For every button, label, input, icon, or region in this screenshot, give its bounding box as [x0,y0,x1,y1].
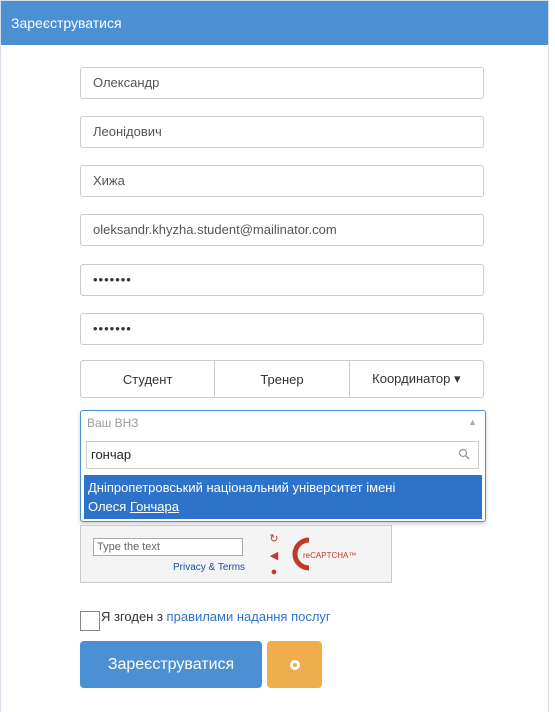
search-icon [458,448,470,460]
agree-checkbox[interactable] [80,611,100,631]
email-field[interactable]: oleksandr.khyzha.student@mailinator.com [80,214,484,246]
captcha-privacy-link[interactable]: Privacy & Terms [173,562,245,573]
option-match: Гончара [129,499,179,514]
recaptcha-logo: reCAPTCHA™ [292,537,356,571]
university-option-selected[interactable]: Дніпропетровський національний університ… [84,475,482,519]
captcha-controls: ↻ ◀ ● [267,532,281,578]
password-confirm-field[interactable]: ••••••• [80,313,484,345]
middle-name-field[interactable]: Леонідович [80,116,484,148]
help-icon[interactable]: ● [271,566,278,578]
gear-icon [289,659,300,670]
role-trainer-button[interactable]: Тренер [215,361,350,397]
option-line-2: Олеся Гончара [88,499,179,514]
last-name-field[interactable]: Хижа [80,165,484,197]
university-select[interactable]: Ваш ВНЗ ▲ гончар Дніпропетровський націо… [80,410,486,522]
role-coordinator-dropdown[interactable]: Координатор ▾ [350,361,483,397]
university-placeholder: Ваш ВНЗ [87,416,139,430]
role-student-button[interactable]: Студент [81,361,216,397]
panel-title: Зареєструватися [11,15,122,31]
captcha-input[interactable]: Type the text [93,538,243,556]
first-name-field[interactable]: Олександр [80,67,484,99]
search-value: гончар [91,447,132,462]
agree-label: Я згоден з правилами надання послуг [101,609,331,624]
recaptcha-widget: Type the text Privacy & Terms ↻ ◀ ● reCA… [80,525,392,583]
panel-header: Зареєструватися [1,1,548,45]
terms-link[interactable]: правилами надання послуг [167,609,331,624]
select-arrow-icon: ▲ [468,417,477,427]
refresh-icon[interactable]: ↻ [269,532,278,545]
secondary-action-button[interactable] [267,641,322,688]
register-button[interactable]: Зареєструватися [80,641,262,688]
svg-text:reCAPTCHA™: reCAPTCHA™ [303,551,356,560]
option-line-1: Дніпропетровський національний університ… [88,480,396,495]
university-search-input[interactable]: гончар [86,441,479,469]
registration-panel: Зареєструватися [0,0,549,712]
password-field[interactable]: ••••••• [80,264,484,296]
role-selector: Студент Тренер Координатор ▾ [80,360,484,398]
audio-icon[interactable]: ◀ [270,549,278,562]
